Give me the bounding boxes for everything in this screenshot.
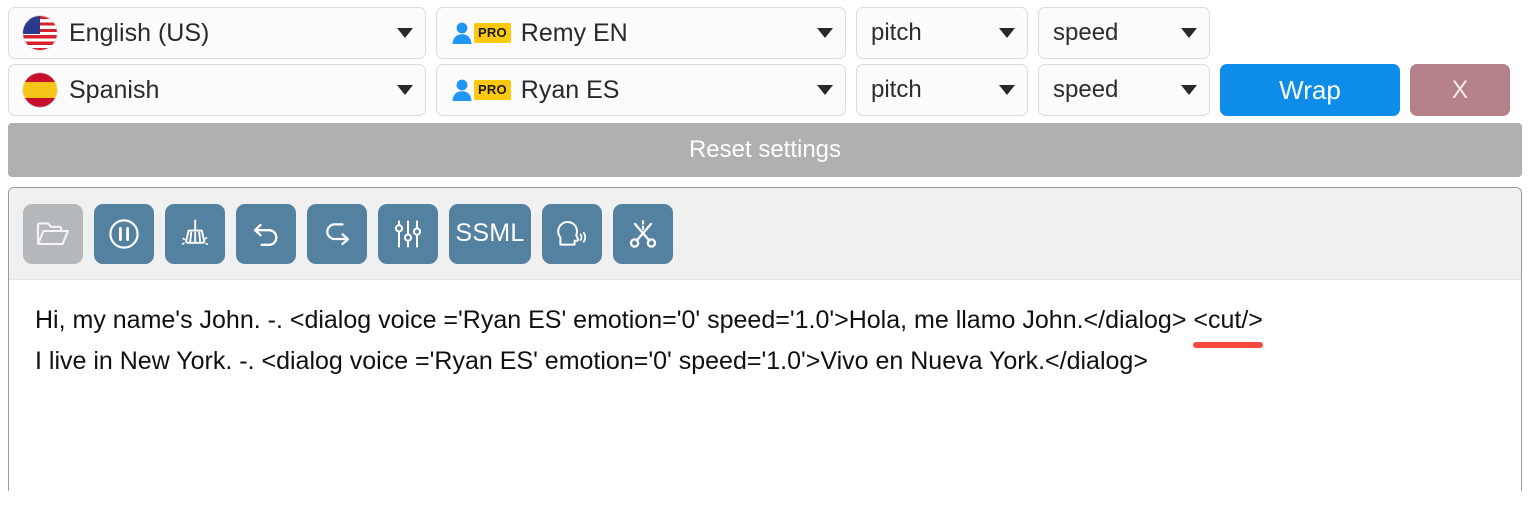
language-select-1[interactable]: English (US) bbox=[8, 7, 426, 59]
pitch-select-2[interactable]: pitch bbox=[856, 64, 1028, 116]
settings-row-2: Spanish PRO Ryan ES pitch speed Wrap X bbox=[0, 58, 1530, 116]
redo-button[interactable] bbox=[307, 203, 367, 264]
broom-icon bbox=[178, 217, 212, 251]
clean-button[interactable] bbox=[165, 203, 225, 264]
voice-select-1[interactable]: PRO Remy EN bbox=[436, 7, 846, 59]
head-speaking-icon bbox=[555, 217, 589, 251]
voice-select-2[interactable]: PRO Ryan ES bbox=[436, 64, 846, 116]
pause-circle-icon bbox=[107, 217, 141, 251]
speed-select-1[interactable]: speed bbox=[1038, 7, 1210, 59]
person-icon bbox=[451, 21, 473, 45]
flag-us-icon bbox=[23, 16, 57, 50]
language-select-2[interactable]: Spanish bbox=[8, 64, 426, 116]
cut-tag-marked: <cut/> bbox=[1193, 300, 1263, 348]
ssml-button[interactable]: SSML bbox=[449, 203, 531, 264]
chevron-down-icon bbox=[397, 85, 413, 95]
reset-settings-button[interactable]: Reset settings bbox=[8, 123, 1522, 177]
redo-arrow-icon bbox=[320, 217, 354, 251]
undo-button[interactable] bbox=[236, 203, 296, 264]
voice-mark-2: PRO bbox=[451, 78, 511, 102]
speed-select-2[interactable]: speed bbox=[1038, 64, 1210, 116]
editor-line-2-text: I live in New York. -. <dialog voice ='R… bbox=[35, 347, 1148, 375]
pitch-select-1-label: pitch bbox=[871, 19, 922, 46]
pitch-select-2-label: pitch bbox=[871, 76, 922, 103]
flag-es-icon bbox=[23, 73, 57, 107]
open-folder-button[interactable] bbox=[23, 203, 83, 264]
pause-button[interactable] bbox=[94, 203, 154, 264]
ssml-label: SSML bbox=[455, 219, 525, 247]
settings-row-1: English (US) PRO Remy EN pitch speed bbox=[0, 0, 1530, 59]
pitch-select-1[interactable]: pitch bbox=[856, 7, 1028, 59]
editor-line-2: I live in New York. -. <dialog voice ='R… bbox=[35, 341, 1497, 382]
chevron-down-icon bbox=[397, 28, 413, 38]
pro-badge-1: PRO bbox=[474, 23, 511, 43]
tts-editor-app: English (US) PRO Remy EN pitch speed Spa… bbox=[0, 0, 1530, 520]
voice-mark-1: PRO bbox=[451, 21, 511, 45]
close-button[interactable]: X bbox=[1410, 64, 1510, 116]
scissors-icon bbox=[626, 217, 660, 251]
chevron-down-icon bbox=[999, 28, 1015, 38]
speed-select-1-label: speed bbox=[1053, 19, 1119, 46]
chevron-down-icon bbox=[1181, 85, 1197, 95]
settings-sliders-button[interactable] bbox=[378, 203, 438, 264]
chevron-down-icon bbox=[817, 28, 833, 38]
voice-select-1-label: Remy EN bbox=[520, 18, 628, 47]
undo-arrow-icon bbox=[249, 217, 283, 251]
pro-badge-2: PRO bbox=[474, 80, 511, 100]
editor-text-area[interactable]: Hi, my name's John. -. <dialog voice ='R… bbox=[9, 280, 1521, 382]
sliders-icon bbox=[391, 217, 425, 251]
chevron-down-icon bbox=[817, 85, 833, 95]
folder-open-icon bbox=[35, 218, 71, 250]
wrap-button[interactable]: Wrap bbox=[1220, 64, 1400, 116]
voice-preview-button[interactable] bbox=[542, 203, 602, 264]
speed-select-2-label: speed bbox=[1053, 76, 1119, 103]
chevron-down-icon bbox=[1181, 28, 1197, 38]
language-select-2-label: Spanish bbox=[69, 75, 160, 104]
chevron-down-icon bbox=[999, 85, 1015, 95]
text-editor: SSML Hi, my name's John. -. <dialog voic… bbox=[8, 187, 1522, 491]
language-select-1-label: English (US) bbox=[69, 18, 210, 47]
editor-line-1-text: Hi, my name's John. -. <dialog voice ='R… bbox=[35, 306, 1194, 334]
editor-toolbar: SSML bbox=[9, 188, 1521, 280]
cut-button[interactable] bbox=[613, 203, 673, 264]
editor-line-1: Hi, my name's John. -. <dialog voice ='R… bbox=[35, 300, 1497, 348]
voice-select-2-label: Ryan ES bbox=[520, 75, 620, 104]
person-icon bbox=[451, 78, 473, 102]
